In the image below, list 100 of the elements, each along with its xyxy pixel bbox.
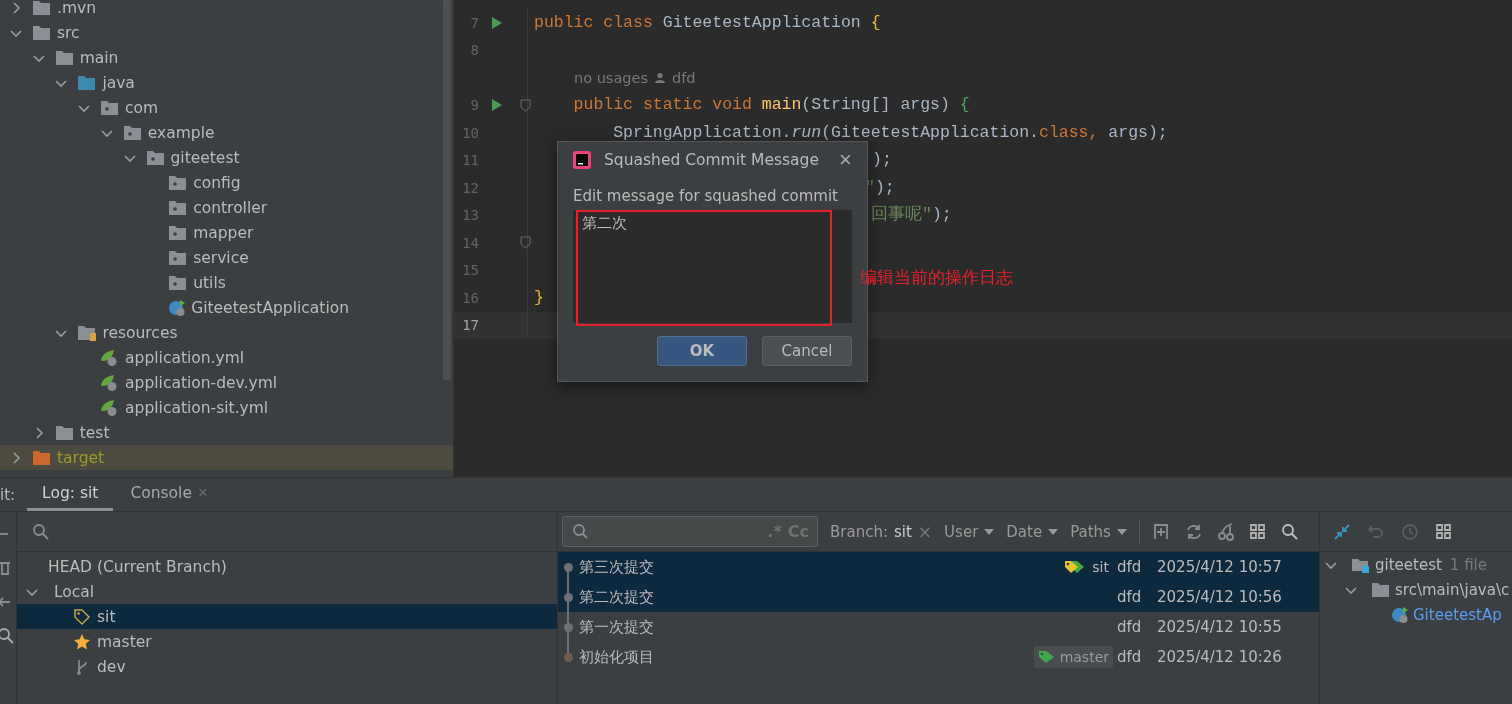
search-icon[interactable] bbox=[31, 521, 51, 542]
filter-dropdown[interactable]: Paths bbox=[1070, 522, 1127, 541]
tree-label: application-dev.yml bbox=[125, 373, 278, 392]
field-label: Edit message for squashed commit bbox=[573, 187, 839, 205]
branch-row[interactable]: HEAD (Current Branch) bbox=[17, 554, 557, 579]
tree-label: config bbox=[193, 173, 241, 192]
tree-label: application.yml bbox=[125, 348, 245, 367]
branch-row[interactable]: Local bbox=[17, 579, 557, 604]
code-token: , bbox=[1088, 123, 1100, 142]
search-icon[interactable] bbox=[1279, 521, 1300, 542]
fold-icon[interactable] bbox=[520, 98, 531, 112]
tree-row[interactable]: application-sit.yml bbox=[0, 395, 453, 420]
author-hint: dfd bbox=[672, 69, 696, 86]
tree-row[interactable]: example bbox=[0, 120, 453, 145]
ref-label: sit bbox=[1060, 556, 1113, 578]
close-button[interactable]: × bbox=[830, 147, 860, 173]
commit-row[interactable]: 第三次提交 sit dfd 2025/4/12 10:57 bbox=[558, 552, 1319, 582]
filter-dropdown[interactable]: Date bbox=[1006, 522, 1059, 541]
tree-row[interactable]: mapper bbox=[0, 220, 453, 245]
tree-label: main bbox=[79, 48, 119, 67]
tree-label: controller bbox=[193, 198, 268, 217]
package-folder-icon bbox=[168, 199, 189, 216]
tree-row[interactable]: test bbox=[0, 420, 453, 445]
package-folder-icon bbox=[168, 274, 189, 291]
commit-message: 初始化项目 bbox=[579, 647, 655, 667]
branch-row[interactable]: dev bbox=[17, 654, 557, 679]
change-label: giteetest bbox=[1375, 555, 1442, 574]
code-token: GiteetestApplication bbox=[662, 13, 861, 32]
tree-label: utils bbox=[193, 273, 226, 292]
usages-hint: no usages bbox=[574, 69, 648, 86]
grid-icon[interactable] bbox=[1247, 521, 1268, 542]
commit-message: 第三次提交 bbox=[579, 557, 655, 577]
tree-label: service bbox=[193, 248, 249, 267]
tree-row[interactable]: application.yml bbox=[0, 345, 453, 370]
commit-row[interactable]: 第一次提交 dfd 2025/4/12 10:55 bbox=[558, 612, 1319, 642]
commit-row[interactable]: 初始化项目 master dfd 2025/4/12 10:26 bbox=[558, 642, 1319, 672]
cancel-button[interactable]: Cancel bbox=[762, 336, 852, 366]
folder-icon bbox=[32, 449, 52, 466]
line-number: 10 bbox=[461, 124, 479, 141]
change-label: GiteetestAp bbox=[1413, 605, 1502, 624]
branch-label: HEAD (Current Branch) bbox=[48, 557, 227, 576]
tag-icon bbox=[73, 607, 91, 626]
package-folder-icon bbox=[100, 99, 121, 116]
branch-label: Local bbox=[54, 582, 95, 601]
tree-label: target bbox=[57, 448, 105, 467]
ok-button[interactable]: OK bbox=[657, 336, 747, 366]
run-icon[interactable] bbox=[491, 98, 503, 113]
annotation-text: 编辑当前的操作日志 bbox=[860, 266, 1013, 289]
panel-tab[interactable]: Console × bbox=[115, 478, 223, 511]
tree-row[interactable]: config bbox=[0, 170, 453, 195]
folder-icon bbox=[77, 74, 98, 91]
branch-row[interactable]: master bbox=[17, 629, 557, 654]
tree-row[interactable]: java bbox=[0, 70, 453, 95]
commit-date: 2025/4/12 10:55 bbox=[1157, 618, 1283, 636]
tree-label: giteetest bbox=[170, 148, 240, 167]
commit-author: dfd bbox=[1117, 618, 1143, 636]
message-field[interactable]: 第二次 bbox=[573, 210, 852, 323]
collapse-arrows-icon[interactable] bbox=[1332, 521, 1352, 542]
person-icon bbox=[654, 71, 666, 84]
code-token: (String[] args) bbox=[801, 96, 951, 115]
branch-filter[interactable]: Branch: sit bbox=[830, 522, 912, 541]
code-token: main bbox=[761, 96, 802, 115]
tree-label: application-sit.yml bbox=[125, 398, 269, 417]
commit-date: 2025/4/12 10:57 bbox=[1157, 558, 1283, 576]
resources-folder-icon bbox=[77, 324, 98, 341]
caret-icon bbox=[1048, 528, 1059, 535]
star-icon bbox=[73, 632, 91, 651]
tree-row[interactable]: application-dev.yml bbox=[0, 370, 453, 395]
tree-row[interactable]: GiteetestApplication bbox=[0, 295, 453, 320]
tree-row[interactable]: main bbox=[0, 45, 453, 70]
line-number: 13 bbox=[461, 207, 479, 224]
app-logo-icon bbox=[572, 150, 592, 170]
commit-author: dfd bbox=[1117, 558, 1143, 576]
panel-tab[interactable]: Log: sit bbox=[27, 478, 114, 511]
panel-title: it: bbox=[0, 485, 16, 504]
tree-row[interactable]: resources bbox=[0, 320, 453, 345]
run-icon[interactable] bbox=[491, 15, 503, 30]
tree-row[interactable]: giteetest bbox=[0, 145, 453, 170]
cherry-icon[interactable] bbox=[1215, 521, 1236, 542]
tree-row[interactable]: src bbox=[0, 20, 453, 45]
tag-icon bbox=[1037, 649, 1056, 665]
branch-row[interactable]: sit bbox=[17, 604, 557, 629]
change-label: src\main\java\c bbox=[1395, 580, 1510, 599]
grid-icon[interactable] bbox=[1434, 521, 1454, 542]
tree-row[interactable]: com bbox=[0, 95, 453, 120]
commit-row[interactable]: 第二次提交 dfd 2025/4/12 10:56 bbox=[558, 582, 1319, 612]
tree-row[interactable]: utils bbox=[0, 270, 453, 295]
tree-label: src bbox=[57, 23, 80, 42]
filter-dropdown[interactable]: User bbox=[944, 522, 995, 541]
folder-icon bbox=[32, 0, 52, 16]
tree-row[interactable]: target bbox=[0, 445, 453, 470]
search-icon[interactable] bbox=[0, 626, 16, 646]
code-token: args); bbox=[1108, 123, 1168, 142]
branch-label: sit bbox=[97, 607, 116, 626]
tree-row[interactable]: service bbox=[0, 245, 453, 270]
package-folder-icon bbox=[122, 124, 143, 141]
fold-icon[interactable] bbox=[520, 236, 531, 250]
tree-row[interactable]: controller bbox=[0, 195, 453, 220]
tree-row[interactable]: .mvn bbox=[0, 0, 453, 20]
file-count: 1 file bbox=[1449, 555, 1487, 574]
